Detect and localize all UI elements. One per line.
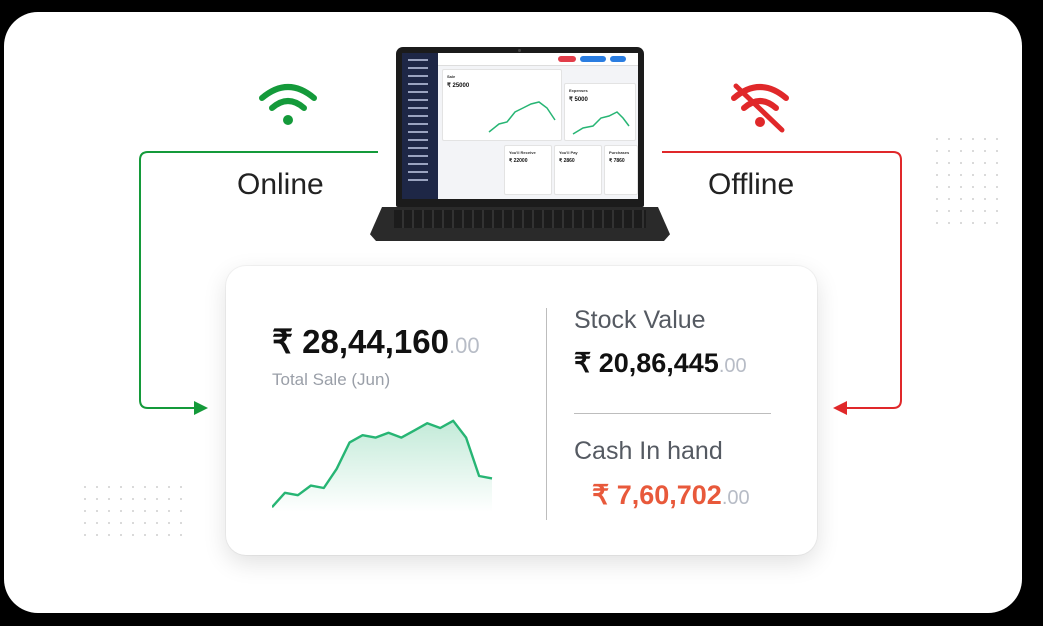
- laptop-screen: Sale ₹ 25000 Expenses ₹ 5000 You'll Rece…: [402, 53, 638, 199]
- total-sale-currency: ₹: [272, 323, 293, 360]
- total-sale-label: Total Sale (Jun): [272, 370, 391, 389]
- screen-purchases-amount: ₹ 7860: [609, 158, 625, 164]
- cash-in-hand-decimals: .00: [721, 487, 750, 509]
- stock-value-decimals: .00: [718, 355, 747, 377]
- laptop: Sale ₹ 25000 Expenses ₹ 5000 You'll Rece…: [370, 47, 670, 245]
- cash-in-hand-amount: ₹ 7,60,702.00: [592, 480, 750, 511]
- offline-arrow-head: [833, 401, 847, 415]
- divider-vertical: [546, 308, 547, 520]
- stock-value-currency: ₹: [574, 348, 592, 378]
- screen-receive-amount: ₹ 22000: [509, 158, 528, 164]
- total-sale-value: 28,44,160: [302, 323, 449, 360]
- online-label: Online: [237, 168, 324, 201]
- screen-pay-card: You'll Pay ₹ 2860: [554, 145, 602, 195]
- screen-pay-title: You'll Pay: [559, 150, 578, 155]
- summary-card: ₹ 28,44,160.00 Total Sale (Jun) Stock Va…: [226, 266, 817, 555]
- screen-expenses-title: Expenses: [569, 88, 588, 93]
- sale-chart: [272, 419, 493, 512]
- cash-in-hand-value: 7,60,702: [616, 480, 722, 510]
- stock-value-heading: Stock Value: [574, 306, 706, 334]
- screen-purchases-card: Purchases ₹ 7860: [604, 145, 638, 195]
- screen-expenses-amount: ₹ 5000: [569, 97, 588, 103]
- total-sale-decimals: .00: [448, 333, 480, 358]
- screen-purchases-title: Purchases: [609, 150, 630, 155]
- laptop-keyboard: [394, 210, 646, 228]
- screen-expenses-card: Expenses ₹ 5000: [564, 83, 636, 141]
- screen-pay-amount: ₹ 2860: [559, 158, 575, 164]
- screen-receive-card: You'll Receive ₹ 22000: [504, 145, 552, 195]
- screen-sale-title: Sale: [447, 74, 456, 79]
- wifi-icon: [259, 84, 317, 125]
- divider-horizontal: [574, 413, 771, 414]
- total-sale-amount: ₹ 28,44,160.00: [272, 322, 480, 361]
- screen-sidebar: [402, 53, 438, 199]
- screen-sale-amount: ₹ 25000: [447, 83, 470, 89]
- laptop-lid: Sale ₹ 25000 Expenses ₹ 5000 You'll Rece…: [396, 47, 644, 207]
- cash-in-hand-currency: ₹: [592, 480, 610, 510]
- screen-sale-card: Sale ₹ 25000: [442, 69, 562, 141]
- screen-sale-chart: [488, 101, 556, 133]
- screen-topbar: [438, 53, 638, 66]
- stock-value-amount: ₹ 20,86,445.00: [574, 348, 747, 379]
- wifi-off-icon: [731, 83, 789, 133]
- screen-expenses-chart: [572, 111, 630, 135]
- cash-in-hand-heading: Cash In hand: [574, 437, 723, 465]
- stock-value-value: 20,86,445: [598, 348, 719, 378]
- online-arrow-head: [194, 401, 208, 415]
- webcam: [518, 49, 521, 52]
- offline-label: Offline: [708, 168, 795, 201]
- screen-receive-title: You'll Receive: [509, 150, 536, 155]
